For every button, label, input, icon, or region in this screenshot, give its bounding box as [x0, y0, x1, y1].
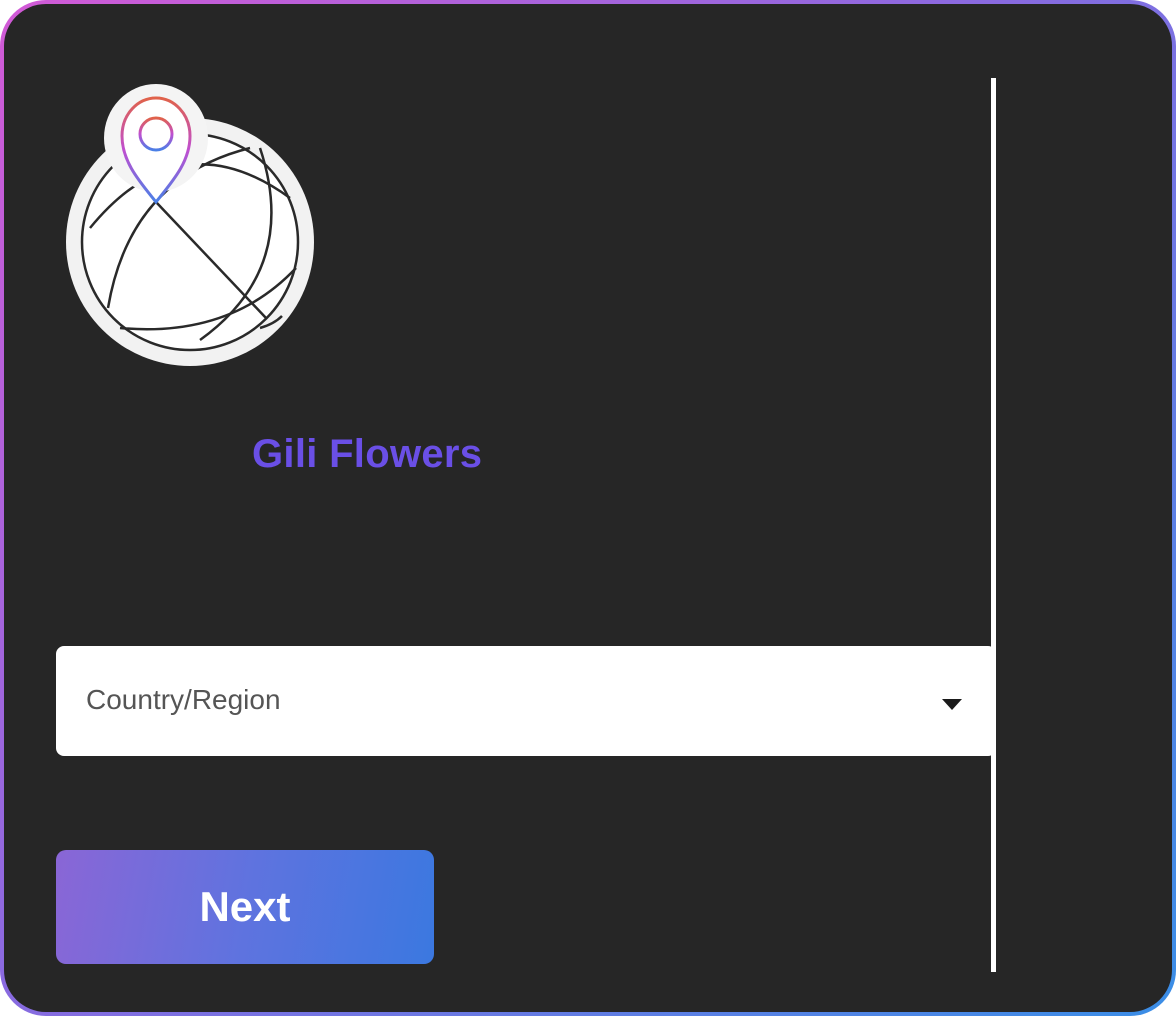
vertical-divider [991, 78, 996, 972]
next-button[interactable]: Next [56, 850, 434, 964]
onboarding-screen: Gili Flowers Country/Region Next [4, 4, 1172, 1012]
country-region-select[interactable]: Country/Region [56, 646, 996, 756]
globe-with-location-pin-icon [60, 78, 322, 374]
caret-down-icon[interactable] [942, 699, 962, 710]
brand-title: Gili Flowers [252, 432, 483, 476]
country-region-placeholder: Country/Region [86, 684, 281, 715]
device-frame: Gili Flowers Country/Region Next [0, 0, 1176, 1016]
